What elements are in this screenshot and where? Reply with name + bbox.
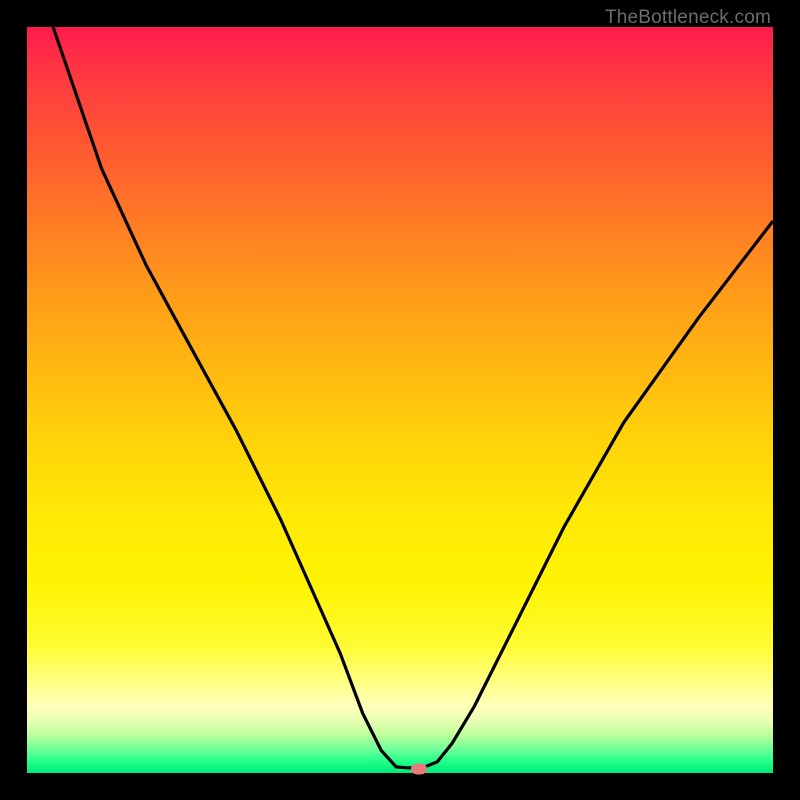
bottleneck-curve xyxy=(53,27,773,768)
plot-area xyxy=(27,27,773,773)
minimum-marker xyxy=(411,763,427,774)
curve-svg xyxy=(27,27,773,773)
watermark-text: TheBottleneck.com xyxy=(605,7,771,29)
